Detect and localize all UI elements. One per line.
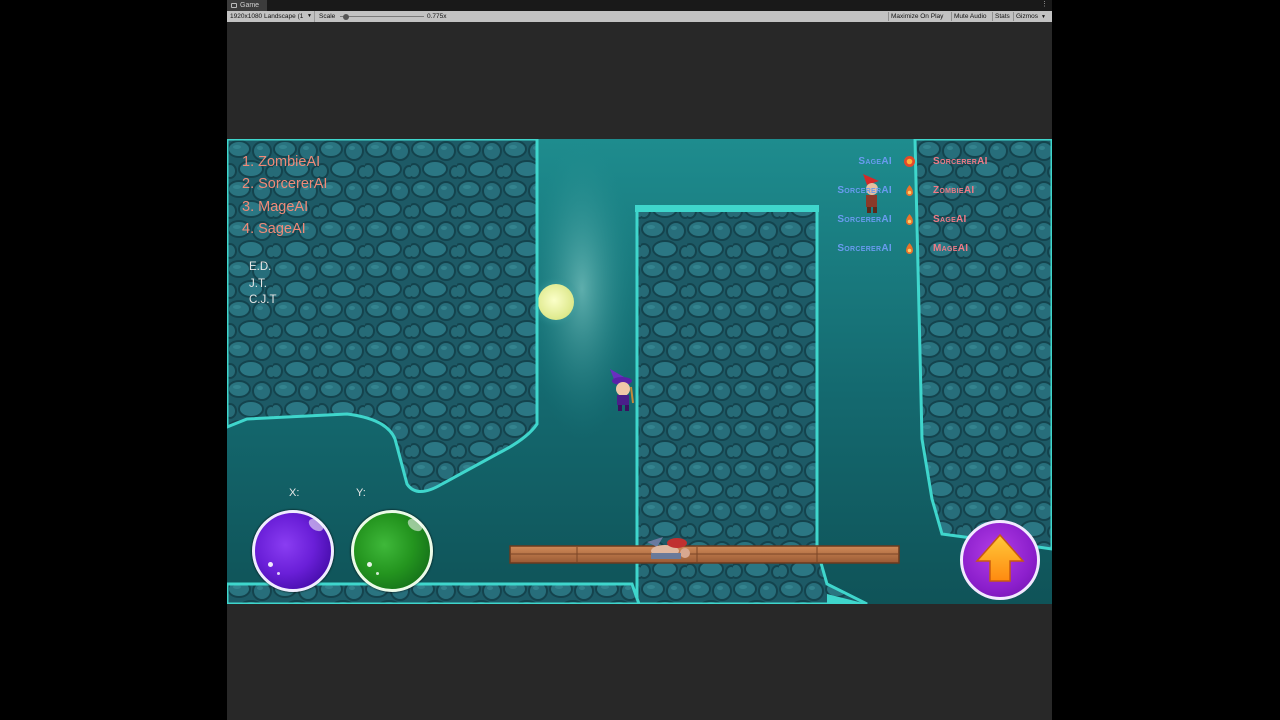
y-action-button[interactable] bbox=[351, 510, 433, 592]
credits: E.D. J.T. C.J.T bbox=[249, 259, 276, 309]
killfeed-victim: ZombieAI bbox=[933, 185, 975, 196]
killfeed-killer: SorcererAI bbox=[837, 243, 892, 254]
mute-audio-toggle[interactable]: Mute Audio bbox=[954, 11, 987, 22]
moon bbox=[538, 284, 574, 320]
killfeed-victim: SageAI bbox=[933, 214, 967, 225]
tab-game-label: Game bbox=[240, 2, 260, 9]
scale-value: 0.775x bbox=[427, 13, 447, 20]
gizmos-dropdown[interactable]: Gizmos ▼ bbox=[1016, 11, 1046, 22]
fireball-icon bbox=[904, 156, 915, 167]
chevron-down-icon: ▼ bbox=[1041, 14, 1046, 20]
fire-icon bbox=[906, 185, 913, 196]
leaderboard-entry: 1. ZombieAI bbox=[242, 154, 321, 170]
killfeed-killer: SorcererAI bbox=[837, 185, 892, 196]
game-window: Game ⋮ 1920x1080 Landscape (1 ▼ Scale 0.… bbox=[227, 0, 1052, 720]
toolbar-divider bbox=[951, 12, 952, 21]
game-tab-icon bbox=[231, 3, 237, 8]
scale-slider-thumb[interactable] bbox=[343, 13, 349, 20]
toolbar-divider bbox=[1013, 12, 1014, 21]
chevron-down-icon: ▼ bbox=[307, 13, 312, 19]
jump-button[interactable] bbox=[960, 520, 1040, 600]
fire-icon bbox=[906, 214, 913, 225]
up-arrow-icon bbox=[975, 533, 1025, 582]
game-toolbar: 1920x1080 Landscape (1 ▼ Scale 0.775x Ma… bbox=[227, 11, 1052, 22]
pillar-top-ledge bbox=[635, 205, 819, 212]
killfeed-row: SorcererAI SageAI bbox=[823, 214, 1013, 243]
resolution-dropdown[interactable]: 1920x1080 Landscape (1 ▼ bbox=[229, 11, 315, 22]
credit-line: E.D. bbox=[249, 261, 272, 273]
killfeed-victim: MageAI bbox=[933, 243, 969, 254]
scale-slider[interactable] bbox=[340, 11, 424, 22]
toolbar-divider bbox=[888, 12, 889, 21]
maximize-on-play-toggle[interactable]: Maximize On Play bbox=[891, 11, 943, 22]
leaderboard: 1. ZombieAI 2. SorcererAI 3. MageAI 4. S… bbox=[242, 151, 327, 241]
orb-shine bbox=[277, 572, 280, 575]
killfeed-victim: SorcererAI bbox=[933, 156, 988, 167]
stats-toggle[interactable]: Stats bbox=[995, 11, 1010, 22]
scale-slider-track bbox=[340, 16, 424, 17]
leaderboard-entry: 2. SorcererAI bbox=[242, 176, 328, 193]
scale-label: Scale bbox=[319, 13, 336, 20]
killfeed-killer: SorcererAI bbox=[837, 214, 892, 225]
resolution-value: 1920x1080 Landscape (1 bbox=[230, 13, 304, 20]
killfeed-killer: SageAI bbox=[858, 156, 892, 167]
killfeed-row: SageAI SorcererAI bbox=[823, 156, 1013, 185]
x-control-label: X: bbox=[289, 487, 300, 499]
killfeed: SageAI SorcererAI SorcererAI ZombieAI So… bbox=[823, 156, 1013, 272]
toolbar-divider bbox=[992, 12, 993, 21]
killfeed-row: SorcererAI MageAI bbox=[823, 243, 1013, 272]
gizmos-label: Gizmos bbox=[1016, 13, 1039, 20]
fire-icon bbox=[906, 243, 913, 254]
tab-game[interactable]: Game bbox=[227, 0, 267, 11]
leaderboard-entry: 4. SageAI bbox=[242, 221, 306, 238]
orb-shine bbox=[376, 572, 379, 575]
orb-shine bbox=[268, 562, 273, 567]
credit-line: C.J.T bbox=[249, 294, 277, 306]
orb-shine bbox=[367, 562, 372, 567]
killfeed-row: SorcererAI ZombieAI bbox=[823, 185, 1013, 214]
x-action-button[interactable] bbox=[252, 510, 334, 592]
tab-menu-icon[interactable]: ⋮ bbox=[1041, 1, 1048, 9]
tab-strip: Game ⋮ bbox=[227, 0, 1052, 11]
y-control-label: Y: bbox=[356, 487, 366, 499]
leaderboard-entry: 3. MageAI bbox=[242, 198, 309, 215]
credit-line: J.T. bbox=[249, 277, 267, 290]
game-viewport[interactable]: 1. ZombieAI 2. SorcererAI 3. MageAI 4. S… bbox=[227, 139, 1052, 604]
